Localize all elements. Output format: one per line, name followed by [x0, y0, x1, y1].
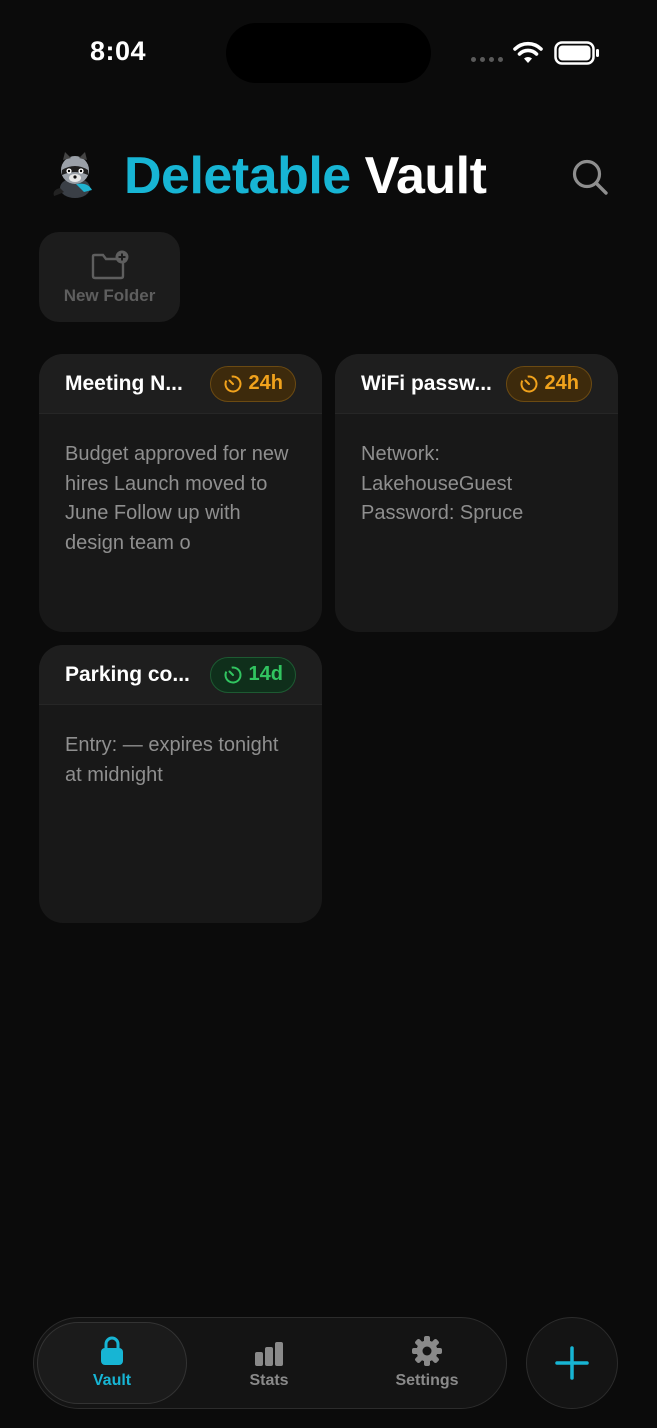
- note-preview: Entry: — expires tonight at midnight: [65, 734, 279, 786]
- lock-icon: [101, 1336, 123, 1365]
- cellular-signal-icon: [471, 57, 503, 62]
- tab-settings-label: Settings: [395, 1372, 459, 1389]
- timer-icon: [224, 666, 242, 683]
- new-folder-button[interactable]: New Folder: [39, 232, 180, 322]
- status-time: 8:04: [90, 36, 147, 66]
- note-title: Meeting N...: [65, 371, 183, 395]
- gear-icon: [412, 1336, 442, 1366]
- note-preview: Network: LakehouseGuest Password: Spruce: [361, 443, 524, 524]
- tab-stats-label: Stats: [249, 1372, 289, 1389]
- expiry-badge: 24h: [209, 365, 296, 402]
- search-icon[interactable]: [570, 157, 610, 197]
- folder-add-icon: [91, 250, 128, 280]
- tab-bar: Vault Stats Settings: [33, 1317, 507, 1409]
- bar-chart-icon: [255, 1342, 283, 1366]
- battery-icon: [554, 41, 599, 65]
- app-title: Deletable Vault: [124, 146, 487, 206]
- timer-icon: [520, 375, 538, 392]
- expiry-value: 24h: [248, 372, 283, 394]
- tab-vault[interactable]: Vault: [37, 1322, 187, 1404]
- raccoon-logo-icon: [53, 152, 92, 198]
- note-card[interactable]: Parking co... 14d Entry: — expires tonig…: [39, 645, 322, 923]
- expiry-badge: 24h: [505, 365, 592, 402]
- wifi-icon: [513, 41, 543, 63]
- vault-screen: 8:04 Deletable Vault New Folder Meeting …: [0, 0, 657, 1428]
- app-title-accent: Deletable: [124, 147, 351, 205]
- app-title-rest: Vault: [364, 147, 487, 205]
- timer-icon: [224, 375, 242, 392]
- note-card-header: WiFi passw... 24h: [335, 354, 618, 414]
- tab-settings[interactable]: Settings: [352, 1322, 502, 1404]
- note-title: Parking co...: [65, 662, 190, 686]
- new-folder-label: New Folder: [63, 286, 156, 305]
- note-preview: Budget approved for new hires Launch mov…: [65, 443, 289, 554]
- tab-vault-label: Vault: [92, 1372, 132, 1389]
- add-note-button[interactable]: [526, 1317, 618, 1409]
- plus-icon: [555, 1346, 589, 1380]
- note-card[interactable]: WiFi passw... 24h Network: LakehouseGues…: [335, 354, 618, 632]
- note-card[interactable]: Meeting N... 24h Budget approved for new…: [39, 354, 322, 632]
- expiry-value: 24h: [544, 372, 579, 394]
- expiry-badge: 14d: [209, 656, 296, 693]
- note-card-header: Parking co... 14d: [39, 645, 322, 705]
- note-title: WiFi passw...: [361, 371, 491, 395]
- tab-stats[interactable]: Stats: [194, 1322, 344, 1404]
- expiry-value: 14d: [248, 663, 283, 685]
- dynamic-island: [226, 23, 431, 83]
- note-card-header: Meeting N... 24h: [39, 354, 322, 414]
